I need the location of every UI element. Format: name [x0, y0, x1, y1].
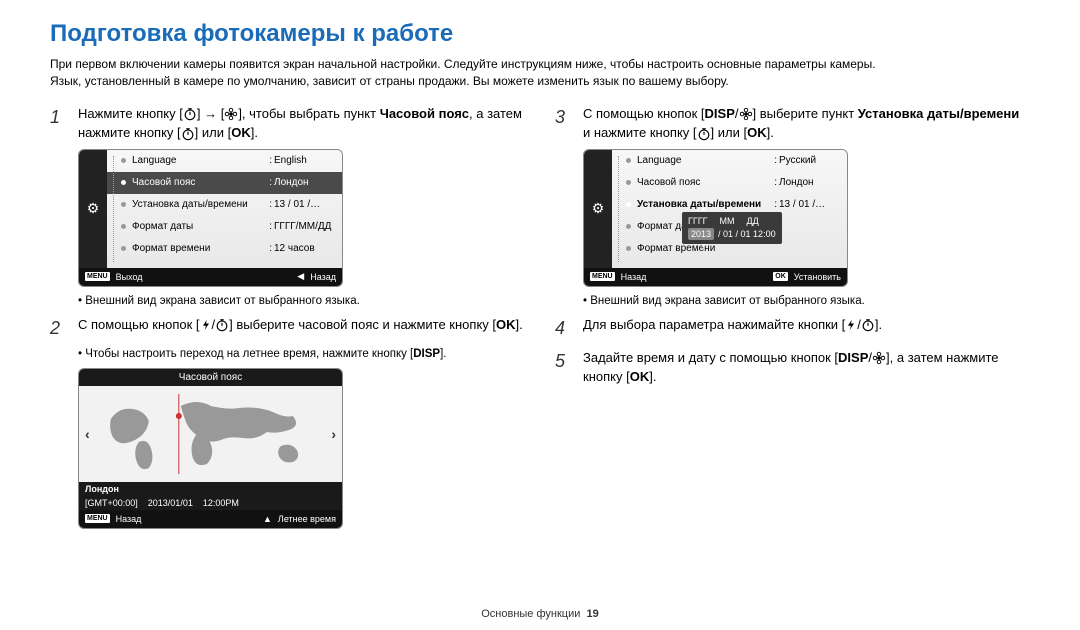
ok-icon: OK	[630, 369, 650, 384]
gear-icon: ⚙	[87, 200, 100, 217]
screen-sidebar: ⚙	[79, 150, 107, 268]
tz-title: Часовой пояс	[79, 369, 342, 386]
step-number: 5	[555, 348, 573, 387]
note: Чтобы настроить переход на летнее время,…	[78, 348, 525, 360]
date-overlay: ▲ ГГГГ ММ ДД 2013/ 01 / 01 12:00 ▼	[682, 212, 782, 244]
page-footer: Основные функции 19	[0, 608, 1080, 620]
tz-info-detail: [GMT+00:00] 2013/01/01 12:00PM	[79, 496, 342, 510]
step-number: 4	[555, 315, 573, 342]
step-2: 2 С помощью кнопок [/] выберите часовой …	[50, 315, 525, 342]
tz-map: ‹ ›	[79, 386, 342, 482]
settings-list: Language:English Часовой пояс:Лондон Уст…	[107, 150, 342, 268]
timer-icon	[861, 318, 875, 332]
up-arrow-icon: ▲	[700, 206, 707, 213]
columns: 1 Нажмите кнопку [] → [], чтобы выбрать …	[50, 104, 1030, 537]
note: Внешний вид экрана зависит от выбранного…	[78, 295, 525, 307]
flash-icon	[200, 318, 212, 332]
step-number: 3	[555, 104, 573, 143]
flower-icon	[872, 351, 886, 365]
list-item-selected: Часовой пояс:Лондон	[107, 172, 342, 194]
disp-icon: DISP	[705, 106, 735, 121]
timer-icon	[183, 107, 197, 121]
left-column: 1 Нажмите кнопку [] → [], чтобы выбрать …	[50, 104, 525, 537]
timezone-screen: Часовой пояс ‹ › Лондон	[78, 368, 343, 529]
ok-icon: OK	[496, 317, 516, 332]
right-column: 3 С помощью кнопок [DISP/] выберите пунк…	[555, 104, 1030, 537]
step-3: 3 С помощью кнопок [DISP/] выберите пунк…	[555, 104, 1030, 143]
gear-icon: ⚙	[592, 200, 605, 217]
list-item: Language:English	[107, 150, 342, 172]
down-arrow-icon: ▼	[700, 243, 707, 250]
step-5: 5 Задайте время и дату с помощью кнопок …	[555, 348, 1030, 387]
settings-screen-1: ⚙ Language:English Часовой пояс:Лондон У…	[78, 149, 343, 287]
list-item: Формат даты:ГГГГ/ММ/ДД	[107, 216, 342, 238]
screen-footer: MENU Выход ◀ Назад	[79, 268, 342, 286]
page-title: Подготовка фотокамеры к работе	[50, 20, 1030, 48]
next-arrow-icon: ›	[331, 426, 336, 442]
settings-list: Language:Русский Часовой пояс:Лондон Уст…	[612, 150, 847, 268]
ok-badge: OK	[773, 272, 788, 281]
settings-screen-3: ⚙ Language:Русский Часовой пояс:Лондон У…	[583, 149, 848, 287]
left-arrow-icon: ◀	[297, 271, 304, 282]
screen-footer: MENU Назад OK Установить	[584, 268, 847, 286]
timer-icon	[215, 318, 229, 332]
list-item: Language:Русский	[612, 150, 847, 172]
prev-arrow-icon: ‹	[85, 426, 90, 442]
up-arrow-icon: ▲	[263, 514, 272, 524]
note: Внешний вид экрана зависит от выбранного…	[583, 295, 1030, 307]
list-item: Установка даты/времени:13 / 01 /…	[107, 194, 342, 216]
menu-badge: MENU	[590, 272, 615, 281]
step-body: Для выбора параметра нажимайте кнопки [/…	[583, 315, 1030, 342]
intro-text: При первом включении камеры появится экр…	[50, 56, 1030, 90]
step-body: С помощью кнопок [DISP/] выберите пункт …	[583, 104, 1030, 143]
step-number: 2	[50, 315, 68, 342]
flower-icon	[739, 107, 753, 121]
disp-icon: DISP	[838, 350, 868, 365]
timer-icon	[697, 127, 711, 141]
step-4: 4 Для выбора параметра нажимайте кнопки …	[555, 315, 1030, 342]
screen-sidebar: ⚙	[584, 150, 612, 268]
menu-badge: MENU	[85, 514, 110, 523]
tz-info: Лондон	[79, 482, 342, 496]
flash-icon	[845, 318, 857, 332]
flower-icon	[224, 107, 238, 121]
step-1: 1 Нажмите кнопку [] → [], чтобы выбрать …	[50, 104, 525, 143]
ok-icon: OK	[747, 125, 767, 140]
ok-icon: OK	[231, 125, 251, 140]
list-item: Формат времени:12 часов	[107, 238, 342, 260]
screen-footer: MENU Назад ▲ Летнее время	[79, 510, 342, 528]
list-item: Часовой пояс:Лондон	[612, 172, 847, 194]
step-number: 1	[50, 104, 68, 143]
disp-icon: DISP	[413, 348, 440, 360]
step-body: С помощью кнопок [/] выберите часовой по…	[78, 315, 525, 342]
menu-badge: MENU	[85, 272, 110, 281]
step-body: Нажмите кнопку [] → [], чтобы выбрать пу…	[78, 104, 525, 143]
world-map-icon	[94, 394, 328, 474]
timer-icon	[181, 127, 195, 141]
step-body: Задайте время и дату с помощью кнопок [D…	[583, 348, 1030, 387]
